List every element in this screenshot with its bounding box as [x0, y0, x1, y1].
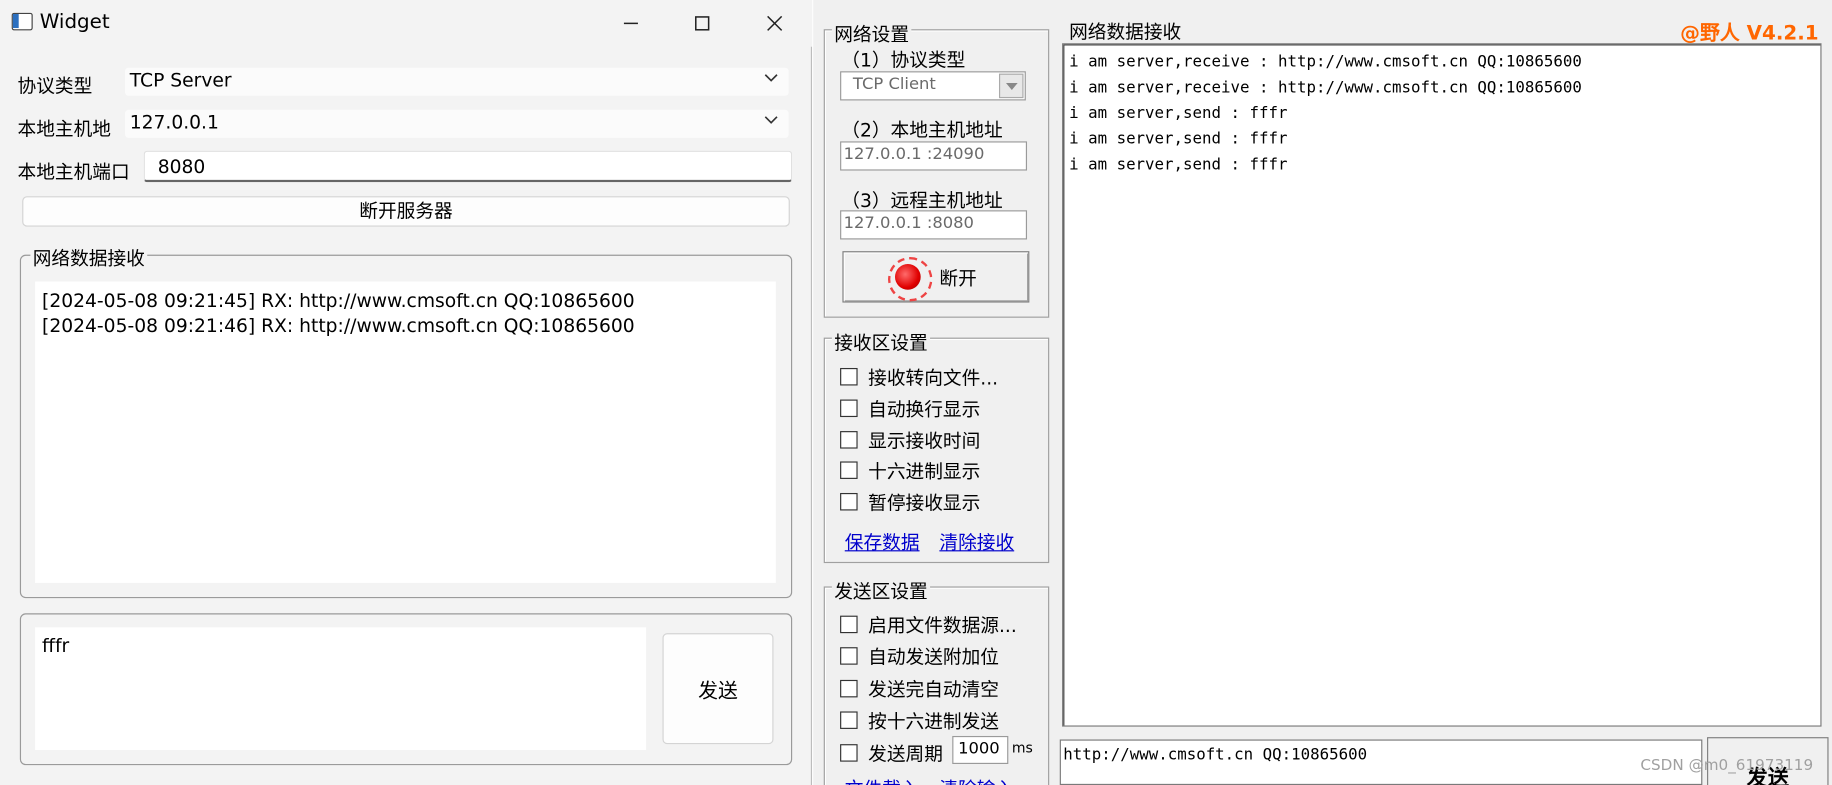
checkbox-auto-wrap[interactable]: 自动换行显示 — [840, 394, 980, 422]
maximize-icon — [695, 16, 710, 31]
send-text-area[interactable]: fffr — [35, 627, 647, 750]
na-protocol-value: TCP Client — [852, 74, 936, 94]
checkbox-label: 按十六进制发送 — [868, 710, 1000, 733]
checkbox-label: 发送周期 — [868, 742, 943, 766]
checkbox-icon — [840, 367, 858, 385]
checkbox-label: 启用文件数据源... — [868, 614, 1017, 637]
checkbox-pause-recv[interactable]: 暂停接收显示 — [840, 487, 980, 515]
na-remote-label: （3）远程主机地址 — [841, 189, 1003, 212]
recv-line: i am server,receive : http://www.cmsoft.… — [1069, 52, 1582, 72]
na-local-address-field[interactable]: 127.0.0.1 :24090 — [840, 141, 1028, 171]
protocol-label: 协议类型 — [17, 74, 93, 97]
na-disconnect-label: 断开 — [939, 267, 977, 290]
na-recv-text-area[interactable]: i am server,receive : http://www.cmsoft.… — [1062, 43, 1822, 727]
checkbox-icon — [840, 398, 858, 417]
checkbox-recv-to-file[interactable]: 接收转向文件... — [840, 362, 998, 390]
file-load-link[interactable]: 文件载入 — [845, 773, 920, 785]
na-remote-address-field[interactable]: 127.0.0.1 :8080 — [840, 210, 1028, 240]
disconnect-server-button[interactable]: 断开服务器 — [22, 196, 790, 227]
minimize-icon — [623, 22, 638, 25]
app-window-icon — [11, 12, 33, 31]
checkbox-icon — [840, 679, 858, 697]
chevron-down-icon — [764, 116, 778, 124]
recv-text-area[interactable]: [2024-05-08 09:21:45] RX: http://www.cms… — [35, 281, 776, 583]
recv-area-title: 网络数据接收 — [1069, 21, 1182, 44]
checkbox-label: 暂停接收显示 — [868, 491, 981, 515]
checkbox-hex-send[interactable]: 按十六进制发送 — [840, 706, 999, 734]
na-protocol-combo[interactable]: TCP Client — [840, 71, 1026, 101]
checkbox-label: 发送完自动清空 — [868, 678, 1000, 701]
widget-window: Widget 协议类型 TCP Server 本地主机地 127.0.0.1 本… — [0, 0, 813, 785]
recv-group-title: 网络数据接收 — [30, 242, 148, 272]
version-label: @野人 V4.2.1 — [1680, 22, 1819, 46]
checkbox-label: 显示接收时间 — [868, 429, 981, 453]
recv-line: [2024-05-08 09:21:46] RX: http://www.cms… — [42, 314, 635, 337]
na-local-label: （2）本地主机地址 — [841, 119, 1003, 142]
period-input[interactable]: 1000 — [952, 735, 1009, 765]
recv-line: i am server,receive : http://www.cmsoft.… — [1069, 78, 1582, 97]
host-combo-value: 127.0.0.1 — [129, 110, 219, 134]
title-bar[interactable]: Widget — [0, 0, 813, 47]
clear-input-link[interactable]: 清除输入 — [939, 773, 1014, 785]
recv-line: i am server,send : fffr — [1069, 155, 1288, 175]
checkbox-icon — [840, 460, 858, 479]
recv-line: [2024-05-08 09:21:45] RX: http://www.cms… — [42, 289, 635, 312]
checkbox-send-period[interactable]: 发送周期 — [840, 738, 943, 766]
protocol-combo-value: TCP Server — [129, 68, 232, 92]
port-label: 本地主机端口 — [17, 161, 130, 184]
checkbox-auto-append[interactable]: 自动发送附加位 — [840, 641, 999, 669]
checkbox-icon — [840, 430, 858, 449]
checkbox-icon — [840, 492, 858, 510]
checkbox-file-source[interactable]: 启用文件数据源... — [840, 610, 1017, 638]
checkbox-label: 接收转向文件... — [868, 366, 999, 390]
minimize-button[interactable] — [596, 0, 666, 47]
na-disconnect-button[interactable]: 断开 — [842, 251, 1030, 303]
net-settings-title: 网络设置 — [831, 18, 912, 47]
send-button[interactable]: 发送 — [662, 633, 774, 745]
checkbox-icon — [840, 743, 858, 762]
recv-line: i am server,send : fffr — [1069, 129, 1288, 149]
checkbox-label: 十六进制显示 — [868, 460, 981, 483]
na-protocol-label: （1）协议类型 — [841, 49, 966, 72]
checkbox-auto-clear[interactable]: 发送完自动清空 — [840, 674, 999, 702]
protocol-combo[interactable]: TCP Server — [125, 67, 789, 96]
checkbox-icon — [840, 646, 858, 665]
desktop-scene: Widget 协议类型 TCP Server 本地主机地 127.0.0.1 本… — [0, 0, 1832, 785]
checkbox-icon — [840, 615, 858, 633]
window-title: Widget — [39, 10, 110, 34]
status-led-icon — [887, 257, 933, 302]
checkbox-hex-display[interactable]: 十六进制显示 — [840, 456, 980, 484]
recv-settings-title: 接收区设置 — [831, 327, 931, 356]
host-label: 本地主机地 — [17, 117, 112, 141]
period-unit: ms — [1011, 739, 1033, 756]
checkbox-label: 自动发送附加位 — [868, 646, 1000, 669]
recv-line: i am server,send : fffr — [1069, 103, 1288, 123]
save-data-link[interactable]: 保存数据 — [845, 527, 920, 555]
host-combo[interactable]: 127.0.0.1 — [125, 109, 789, 138]
checkbox-show-time[interactable]: 显示接收时间 — [840, 425, 980, 453]
close-icon — [767, 15, 783, 31]
na-send-text-area[interactable]: http://www.cmsoft.cn QQ:10865600 — [1059, 739, 1703, 785]
port-input[interactable]: 8080 — [143, 150, 793, 183]
maximize-button[interactable] — [667, 0, 737, 47]
checkbox-icon — [840, 710, 858, 729]
chevron-down-icon — [764, 74, 778, 82]
checkbox-label: 自动换行显示 — [868, 398, 981, 421]
close-button[interactable] — [740, 0, 810, 47]
watermark: CSDN @m0_61973119 — [1640, 756, 1814, 775]
clear-recv-link[interactable]: 清除接收 — [939, 527, 1014, 555]
send-settings-title: 发送区设置 — [831, 575, 931, 604]
dropdown-arrow-icon — [998, 73, 1024, 99]
